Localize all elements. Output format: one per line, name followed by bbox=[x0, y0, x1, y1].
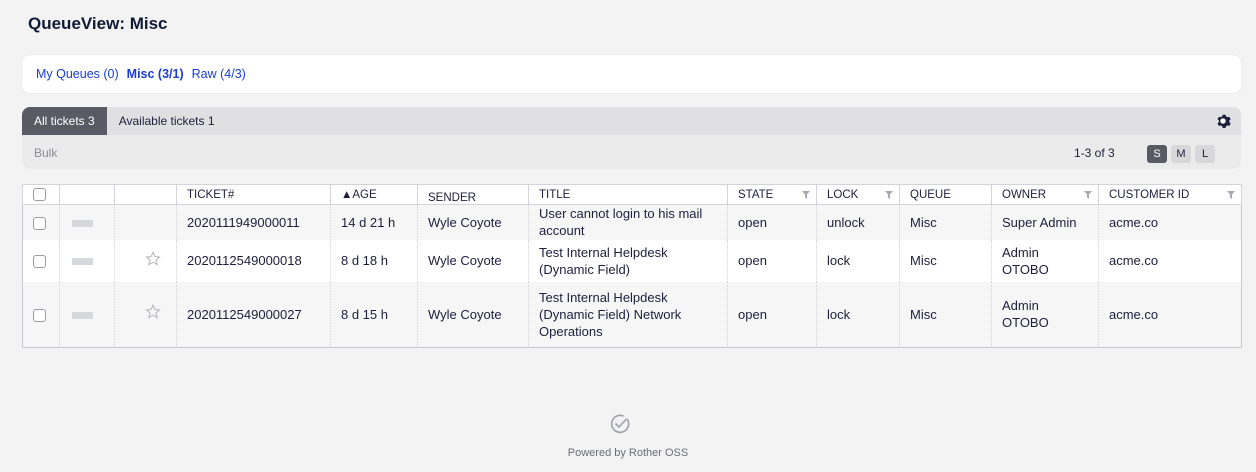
ticket-owner: Super Admin bbox=[991, 204, 1099, 240]
ticket-number[interactable]: 2020111949000011 bbox=[176, 204, 331, 240]
column-header-title[interactable]: TITLE bbox=[528, 184, 728, 205]
select-all-header bbox=[22, 184, 60, 205]
filter-icon[interactable] bbox=[1227, 191, 1235, 199]
filter-icon[interactable] bbox=[885, 191, 893, 199]
row-select-cell bbox=[22, 204, 60, 240]
ticket-owner: Admin OTOBO bbox=[991, 281, 1099, 348]
ticket-title[interactable]: Test Internal Helpdesk (Dynamic Field) N… bbox=[528, 281, 728, 348]
row-checkbox[interactable] bbox=[33, 255, 46, 269]
priority-cell bbox=[59, 204, 115, 240]
select-all-checkbox[interactable] bbox=[33, 188, 46, 201]
row-select-cell bbox=[22, 239, 60, 282]
flag-header bbox=[114, 184, 177, 205]
column-header-title-label: TITLE bbox=[539, 188, 571, 201]
ticket-queue: Misc bbox=[899, 204, 992, 240]
row-select-cell bbox=[22, 281, 60, 348]
ticket-age: 8 d 18 h bbox=[330, 239, 418, 282]
ticket-customer-id: acme.co bbox=[1098, 239, 1242, 282]
ticket-lock: unlock bbox=[816, 204, 900, 240]
column-header-state[interactable]: STATE bbox=[727, 184, 817, 205]
column-header-lock[interactable]: LOCK bbox=[816, 184, 900, 205]
flag-cell bbox=[114, 239, 177, 282]
flag-cell bbox=[114, 281, 177, 348]
ticket-customer-id: acme.co bbox=[1098, 204, 1242, 240]
view-size-large-button[interactable]: L bbox=[1195, 145, 1215, 163]
column-header-sender[interactable]: SENDER bbox=[417, 184, 529, 205]
footer-powered-by: Powered by Rother OSS bbox=[567, 447, 689, 459]
ticket-age: 14 d 21 h bbox=[330, 204, 418, 240]
queue-link-misc[interactable]: Misc (3/1) bbox=[127, 67, 184, 81]
view-size-medium-button[interactable]: M bbox=[1171, 145, 1191, 163]
column-header-ticket[interactable]: TICKET# bbox=[176, 184, 331, 205]
ticket-sender: Wyle Coyote bbox=[417, 204, 529, 240]
queue-link-raw[interactable]: Raw (4/3) bbox=[192, 67, 246, 81]
column-header-customer-id-label: CUSTOMER ID bbox=[1109, 188, 1190, 201]
tab-available-tickets[interactable]: Available tickets 1 bbox=[107, 107, 227, 135]
bulk-action[interactable]: Bulk bbox=[34, 146, 57, 160]
page-title: QueueView: Misc bbox=[28, 14, 168, 33]
ticket-number[interactable]: 2020112549000018 bbox=[176, 239, 331, 282]
ticket-state: open bbox=[727, 204, 817, 240]
ticket-queue: Misc bbox=[899, 239, 992, 282]
priority-indicator bbox=[72, 311, 93, 319]
column-header-lock-label: LOCK bbox=[827, 188, 859, 201]
column-header-age[interactable]: ▲AGE bbox=[330, 184, 418, 205]
column-header-state-label: STATE bbox=[738, 188, 774, 201]
column-header-sender-label: SENDER bbox=[428, 191, 476, 204]
ticket-sender: Wyle Coyote bbox=[417, 281, 529, 348]
gear-icon[interactable] bbox=[1215, 113, 1231, 129]
tab-all-tickets[interactable]: All tickets 3 bbox=[22, 107, 107, 135]
priority-indicator bbox=[72, 219, 93, 227]
star-icon[interactable] bbox=[145, 250, 161, 267]
column-header-age-label: ▲AGE bbox=[341, 188, 377, 201]
ticket-lock: lock bbox=[816, 239, 900, 282]
column-header-owner-label: OWNER bbox=[1002, 188, 1047, 201]
row-checkbox[interactable] bbox=[33, 308, 46, 322]
ticket-title[interactable]: Test Internal Helpdesk (Dynamic Field) bbox=[528, 239, 728, 282]
ticket-state: open bbox=[727, 239, 817, 282]
queue-navigation: My Queues (0) Misc (3/1) Raw (4/3) bbox=[22, 55, 1241, 93]
ticket-table: TICKET# ▲AGE SENDER TITLE STATE LOCK QUE… bbox=[22, 184, 1242, 348]
table-row[interactable]: 2020111949000011 14 d 21 h Wyle Coyote U… bbox=[22, 204, 1242, 240]
ticket-age: 8 d 15 h bbox=[330, 281, 418, 348]
column-header-queue[interactable]: QUEUE bbox=[899, 184, 992, 205]
pagination-info: 1-3 of 3 bbox=[1074, 146, 1115, 160]
view-size-small-button[interactable]: S bbox=[1147, 145, 1167, 163]
ticket-owner: Admin OTOBO bbox=[991, 239, 1099, 282]
table-row[interactable]: 2020112549000027 8 d 15 h Wyle Coyote Te… bbox=[22, 281, 1242, 348]
priority-indicator bbox=[72, 258, 93, 265]
ticket-state: open bbox=[727, 281, 817, 348]
priority-cell bbox=[59, 281, 115, 348]
priority-cell bbox=[59, 239, 115, 282]
ticket-sender: Wyle Coyote bbox=[417, 239, 529, 282]
checkmark-circle-icon bbox=[610, 414, 630, 434]
column-header-queue-label: QUEUE bbox=[910, 188, 951, 201]
priority-header bbox=[59, 184, 115, 205]
column-header-ticket-label: TICKET# bbox=[187, 188, 235, 201]
ticket-toolbar: Bulk 1-3 of 3 S M L bbox=[22, 135, 1241, 169]
flag-cell bbox=[114, 204, 177, 240]
ticket-filter-tabs: All tickets 3 Available tickets 1 bbox=[22, 107, 1241, 135]
star-icon[interactable] bbox=[145, 304, 161, 320]
column-header-owner[interactable]: OWNER bbox=[991, 184, 1099, 205]
row-checkbox[interactable] bbox=[33, 216, 46, 230]
table-header-row: TICKET# ▲AGE SENDER TITLE STATE LOCK QUE… bbox=[22, 184, 1242, 205]
ticket-queue: Misc bbox=[899, 281, 992, 348]
ticket-number[interactable]: 2020112549000027 bbox=[176, 281, 331, 348]
filter-icon[interactable] bbox=[802, 191, 810, 199]
column-header-customer-id[interactable]: CUSTOMER ID bbox=[1098, 184, 1242, 205]
ticket-lock: lock bbox=[816, 281, 900, 348]
queue-link-my-queues[interactable]: My Queues (0) bbox=[36, 67, 119, 81]
filter-icon[interactable] bbox=[1084, 191, 1092, 199]
table-row[interactable]: 2020112549000018 8 d 18 h Wyle Coyote Te… bbox=[22, 239, 1242, 282]
ticket-title[interactable]: User cannot login to his mail account bbox=[528, 204, 728, 240]
ticket-customer-id: acme.co bbox=[1098, 281, 1242, 348]
